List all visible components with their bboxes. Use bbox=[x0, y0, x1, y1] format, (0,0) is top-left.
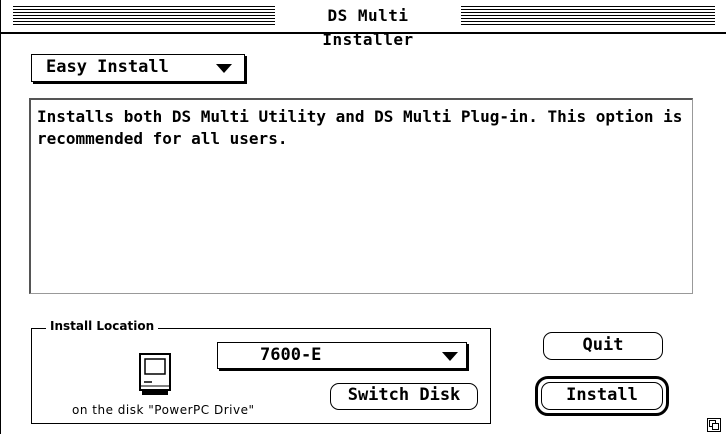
install-button[interactable]: Install bbox=[541, 382, 663, 410]
window-title: DS Multi Installer bbox=[277, 4, 459, 49]
installer-window: DS Multi Installer Easy Install Installs… bbox=[0, 0, 726, 434]
mac-computer-icon bbox=[139, 353, 171, 395]
resize-grow-box-icon[interactable] bbox=[707, 418, 721, 432]
disk-caption: on the disk "PowerPC Drive" bbox=[72, 403, 255, 417]
popup-arrow-icon bbox=[442, 352, 458, 361]
title-bar[interactable]: DS Multi Installer bbox=[1, 0, 726, 49]
popup-arrow-icon bbox=[216, 64, 232, 73]
switch-disk-button[interactable]: Switch Disk bbox=[330, 383, 478, 410]
disk-popup[interactable]: 7600-E bbox=[217, 342, 467, 369]
title-bar-stripes-left bbox=[13, 6, 275, 26]
disk-popup-value: 7600-E bbox=[260, 345, 322, 365]
install-mode-value: Easy Install bbox=[46, 57, 169, 77]
quit-button[interactable]: Quit bbox=[543, 332, 663, 360]
install-description: Installs both DS Multi Utility and DS Mu… bbox=[29, 98, 693, 294]
title-bar-stripes-right bbox=[461, 6, 715, 26]
install-mode-popup[interactable]: Easy Install bbox=[31, 54, 245, 82]
install-location-label: Install Location bbox=[46, 319, 159, 333]
